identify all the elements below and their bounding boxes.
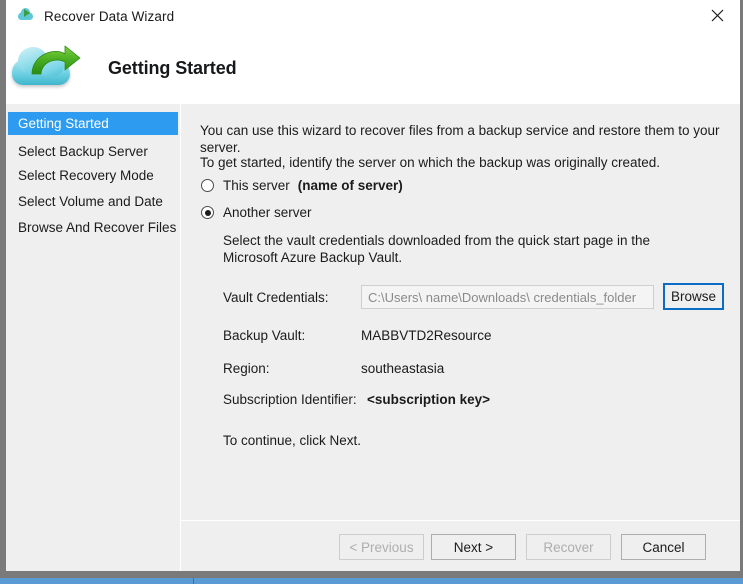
titlebar: Recover Data Wizard — [6, 0, 740, 32]
radio-this-server-indicator[interactable] — [201, 179, 214, 192]
sidebar-item-select-backup-server[interactable]: Select Backup Server — [8, 140, 178, 163]
recover-data-wizard-window: Recover Data Wizard Getting Started Gett… — [0, 0, 743, 584]
subscription-identifier-label: Subscription Identifier: — [223, 392, 357, 407]
cancel-button[interactable]: Cancel — [621, 534, 706, 560]
wizard-header: Getting Started — [6, 32, 740, 104]
region-value: southeastasia — [361, 361, 445, 376]
wizard-footer: < Previous Next > Recover Cancel — [181, 521, 740, 571]
cloud-restore-logo — [8, 39, 84, 97]
taskbar-strip — [0, 578, 743, 584]
window-frame-bottom — [0, 571, 743, 578]
recover-button[interactable]: Recover — [526, 534, 611, 560]
sidebar-item-browse-and-recover-files[interactable]: Browse And Recover Files — [8, 216, 178, 239]
radio-another-server-indicator[interactable] — [201, 206, 214, 219]
sidebar-item-label: Getting Started — [18, 116, 109, 131]
vault-help-text: Select the vault credentials downloaded … — [223, 233, 651, 265]
subscription-identifier-value: <subscription key> — [367, 392, 491, 407]
sidebar-item-select-volume-and-date[interactable]: Select Volume and Date — [8, 190, 178, 213]
continue-text: To continue, click Next. — [223, 433, 362, 448]
next-button[interactable]: Next > — [431, 534, 516, 560]
browse-button[interactable]: Browse — [663, 283, 724, 310]
previous-button[interactable]: < Previous — [339, 534, 424, 560]
instruction-text: To get started, identify the server on w… — [200, 155, 660, 170]
radio-this-server-label: This server — [223, 178, 290, 193]
vault-credentials-input[interactable] — [361, 285, 654, 309]
wizard-body: Getting Started Select Backup Server Sel… — [6, 104, 740, 571]
cloud-restore-icon — [18, 7, 36, 25]
intro-text: You can use this wizard to recover files… — [200, 123, 720, 155]
backup-vault-label: Backup Vault: — [223, 328, 306, 343]
region-label: Region: — [223, 361, 270, 376]
sidebar-item-getting-started[interactable]: Getting Started — [8, 112, 178, 135]
backup-vault-value: MABBVTD2Resource — [361, 328, 492, 343]
taskbar-divider — [193, 578, 194, 584]
sidebar-item-label: Select Recovery Mode — [18, 168, 154, 183]
radio-another-server[interactable]: Another server — [201, 205, 312, 220]
vault-credentials-label: Vault Credentials: — [223, 290, 329, 305]
wizard-content-pane: You can use this wizard to recover files… — [181, 104, 740, 571]
window-title: Recover Data Wizard — [44, 8, 175, 24]
sidebar-item-label: Select Backup Server — [18, 144, 148, 159]
radio-another-server-label: Another server — [223, 205, 312, 220]
radio-this-server[interactable]: This server (name of server) — [201, 178, 403, 193]
sidebar-item-label: Select Volume and Date — [18, 194, 163, 209]
page-title: Getting Started — [108, 57, 237, 78]
radio-this-server-sublabel: (name of server) — [297, 178, 403, 193]
sidebar-item-select-recovery-mode[interactable]: Select Recovery Mode — [8, 164, 178, 187]
wizard-steps-sidebar: Getting Started Select Backup Server Sel… — [6, 104, 180, 571]
close-icon[interactable] — [694, 0, 740, 31]
sidebar-item-label: Browse And Recover Files — [18, 220, 177, 235]
